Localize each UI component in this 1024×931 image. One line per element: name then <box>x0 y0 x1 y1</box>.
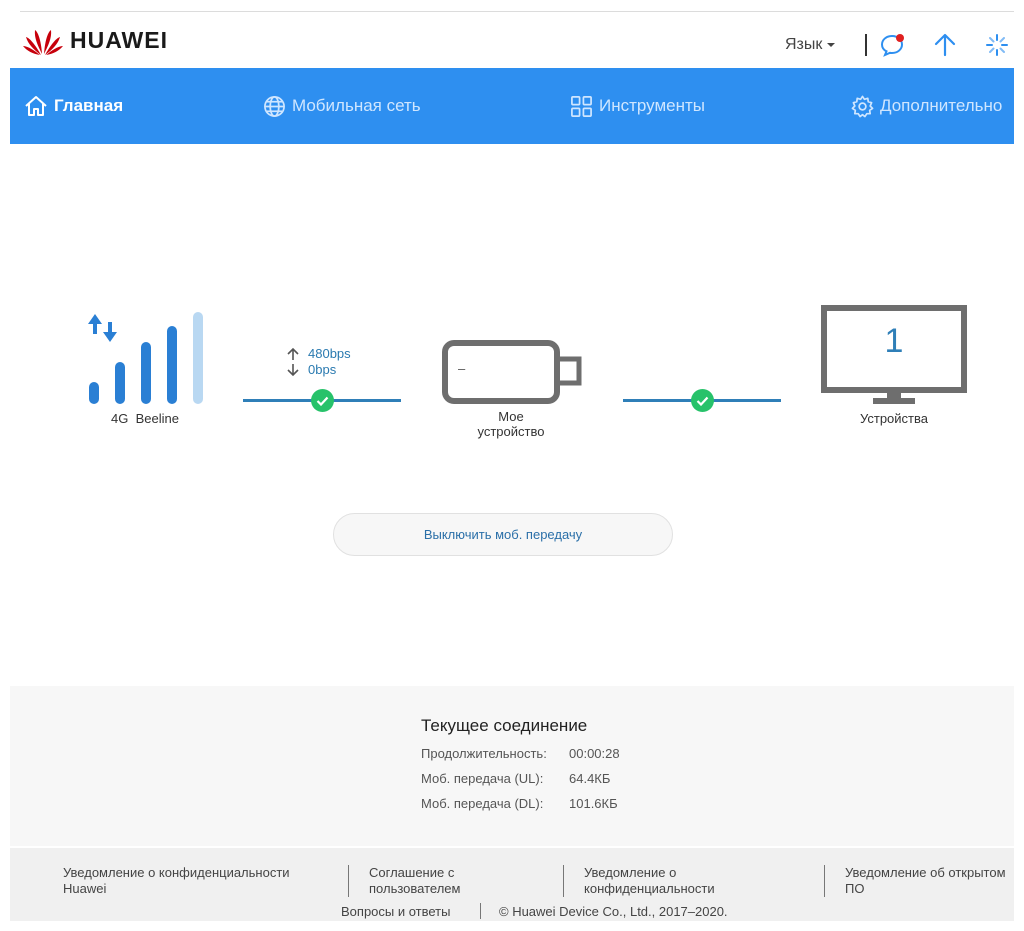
connected-devices-label: Устройства <box>859 411 928 426</box>
signal-bar <box>141 342 151 404</box>
current-connection-panel <box>10 686 1014 846</box>
nav-label-tools: Инструменты <box>599 96 706 115</box>
footer-link-privacy-notice-line1: Уведомление о <box>584 865 677 880</box>
router-web-ui: HUAWEI Язык Главная Мобильная сеть Инстр… <box>0 0 1024 931</box>
upload-rate-value: 480bps <box>308 346 351 361</box>
arrow-down-icon <box>287 363 299 376</box>
disable-mobile-data-button[interactable]: Выключить моб. передачу <box>333 513 673 556</box>
my-device-label: Мое устройство <box>461 409 561 439</box>
top-divider <box>20 11 1014 12</box>
connection-duration-label: Продолжительность: <box>421 746 547 761</box>
caret-down-icon <box>827 43 836 47</box>
footer-link-user-agreement-line1: Соглашение с <box>369 865 455 880</box>
wan-connected-check-icon <box>311 389 334 412</box>
footer-link-faq[interactable]: Вопросы и ответы <box>341 904 450 920</box>
network-type: 4G <box>111 411 129 426</box>
device-short-label: – <box>458 361 466 376</box>
download-volume-value: 101.6КБ <box>569 796 618 811</box>
footer-link-open-source-line2: ПО <box>845 881 865 896</box>
huawei-flower-icon <box>23 30 63 55</box>
footer-separator <box>824 865 825 897</box>
globe-icon <box>264 95 285 117</box>
download-rate: 0bps <box>286 362 336 377</box>
upload-volume-value: 64.4КБ <box>569 771 611 786</box>
main-navigation: Главная Мобильная сеть Инструменты Допол… <box>10 68 1014 144</box>
footer-link-open-source-line1: Уведомление об открытом <box>845 865 1006 880</box>
lan-connected-check-icon <box>691 389 714 412</box>
signal-bar <box>115 362 125 404</box>
nav-item-tools[interactable]: Инструменты <box>570 68 705 144</box>
download-rate-value: 0bps <box>308 362 337 377</box>
download-volume-label: Моб. передача (DL): <box>421 796 544 811</box>
arrow-up-icon <box>287 347 299 360</box>
gear-icon <box>851 95 874 117</box>
footer-copyright: © Huawei Device Co., Ltd., 2017–2020. <box>499 904 728 919</box>
connection-duration-value: 00:00:28 <box>569 746 620 761</box>
signal-bar <box>167 326 177 404</box>
footer-link-user-agreement[interactable]: Соглашение с пользователем <box>369 865 460 897</box>
nav-item-home[interactable]: Главная <box>24 68 123 144</box>
upload-volume-label: Моб. передача (UL): <box>421 771 544 786</box>
nav-label-mobile-network: Мобильная сеть <box>292 96 421 115</box>
footer-link-user-agreement-line2: пользователем <box>369 881 461 896</box>
footer-link-huawei-privacy-line2: Huawei <box>63 881 107 896</box>
footer-link-privacy-notice-line2: конфиденциальности <box>584 881 715 896</box>
language-selector[interactable]: Язык <box>785 36 836 54</box>
grid-icon <box>571 95 592 117</box>
my-device-label-line1: Мое <box>498 409 524 424</box>
nav-label-home: Главная <box>54 96 124 115</box>
loading-icon <box>986 34 1008 56</box>
language-label: Язык <box>785 36 823 53</box>
connected-devices-count: 1 <box>884 322 904 360</box>
footer-link-huawei-privacy[interactable]: Уведомление о конфиденциальности Huawei <box>63 865 290 897</box>
update-icon[interactable] <box>932 32 958 58</box>
signal-bar <box>193 312 203 404</box>
upload-volume-row: Моб. передача (UL): 64.4КБ <box>421 771 610 786</box>
signal-bar <box>89 382 99 404</box>
current-connection-title: Текущее соединение <box>421 716 588 735</box>
nav-item-advanced[interactable]: Дополнительно <box>851 68 1002 144</box>
footer-link-huawei-privacy-line1: Уведомление о конфиденциальности <box>63 865 290 880</box>
footer-separator <box>480 903 481 919</box>
home-icon <box>25 96 47 116</box>
nav-label-advanced: Дополнительно <box>880 96 1003 115</box>
signal-strength-icon <box>88 312 203 404</box>
nav-item-mobile-network[interactable]: Мобильная сеть <box>263 68 421 144</box>
upload-rate: 480bps <box>286 346 351 361</box>
huawei-logo[interactable]: HUAWEI <box>22 24 168 56</box>
footer-separator <box>563 865 564 897</box>
download-volume-row: Моб. передача (DL): 101.6КБ <box>421 796 618 811</box>
my-device-label-line2: устройство <box>477 424 545 439</box>
footer-separator <box>348 865 349 897</box>
messages-icon[interactable] <box>879 32 905 58</box>
header-separator <box>865 34 867 56</box>
connection-duration-row: Продолжительность: 00:00:28 <box>421 746 620 761</box>
brand-name: HUAWEI <box>70 26 168 53</box>
operator-name: Beeline <box>135 411 179 426</box>
network-caption: 4G Beeline <box>100 411 190 426</box>
footer-link-privacy-notice[interactable]: Уведомление о конфиденциальности <box>584 865 715 897</box>
footer-link-open-source[interactable]: Уведомление об открытом ПО <box>845 865 1014 897</box>
